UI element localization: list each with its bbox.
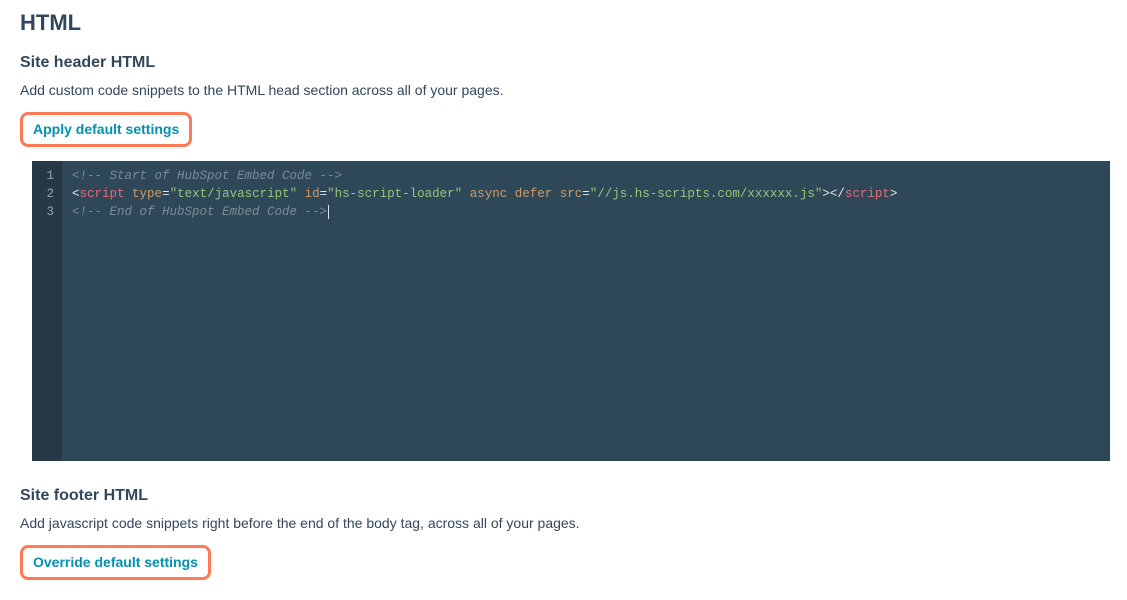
code-line: <!-- Start of HubSpot Embed Code --> [72, 167, 1100, 185]
text-cursor [328, 205, 329, 219]
site-footer-desc: Add javascript code snippets right befor… [20, 515, 1107, 531]
site-header-title: Site header HTML [20, 54, 1107, 72]
code-line: <script type="text/javascript" id="hs-sc… [72, 185, 1100, 203]
line-number: 3 [32, 203, 54, 221]
editor-gutter: 1 2 3 [32, 161, 62, 461]
site-footer-title: Site footer HTML [20, 487, 1107, 505]
code-line: <!-- End of HubSpot Embed Code --> [72, 203, 1100, 221]
code-area[interactable]: <!-- Start of HubSpot Embed Code --> <sc… [62, 161, 1110, 461]
line-number: 2 [32, 185, 54, 203]
line-number: 1 [32, 167, 54, 185]
apply-default-settings-button[interactable]: Apply default settings [20, 112, 192, 147]
page-title: HTML [20, 10, 1107, 36]
override-default-settings-button[interactable]: Override default settings [20, 545, 211, 580]
site-header-desc: Add custom code snippets to the HTML hea… [20, 82, 1107, 98]
code-editor[interactable]: 1 2 3 <!-- Start of HubSpot Embed Code -… [32, 161, 1110, 461]
